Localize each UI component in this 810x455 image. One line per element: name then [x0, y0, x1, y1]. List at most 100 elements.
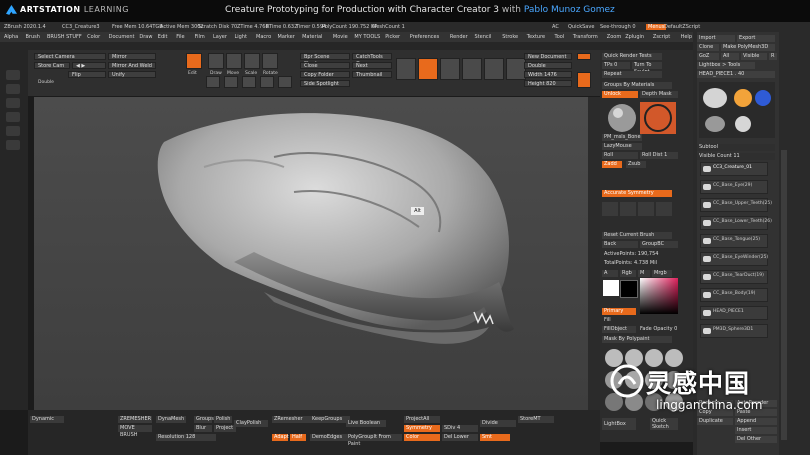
symmetry-button[interactable]: Symmetry — [404, 425, 440, 432]
lightbox-tools-button[interactable]: Lightbox > Tools — [697, 62, 755, 69]
edit-mode-button[interactable] — [186, 53, 202, 69]
all-button[interactable]: All — [721, 53, 739, 60]
brush-slot-4-icon[interactable] — [260, 76, 274, 88]
menu-item[interactable]: File — [176, 34, 184, 40]
draw-mode-button[interactable] — [208, 53, 224, 69]
brush-slot-5-icon[interactable] — [278, 76, 292, 88]
project-button[interactable]: Project — [214, 425, 236, 432]
subtool-header[interactable]: Subtool — [697, 144, 775, 151]
flip-button[interactable]: Flip — [68, 71, 106, 78]
polygroupit-button[interactable]: PolyGroupIt From Paint — [346, 434, 402, 447]
menu-item[interactable]: BRUSH STUFF — [47, 34, 82, 40]
material-sphere-icon[interactable] — [604, 102, 640, 134]
subtool-item[interactable]: CC_Base_Eye(29) — [700, 180, 768, 194]
projectall-button[interactable]: ProjectAll — [404, 416, 440, 423]
unlock-button[interactable]: Unlock — [602, 91, 638, 98]
menu-item[interactable]: Light — [235, 34, 247, 40]
transp-icon[interactable] — [506, 58, 526, 80]
del-lower-button[interactable]: Del Lower — [442, 434, 478, 441]
subtool-item[interactable]: CC_Base_Lower_Teeth(26) — [700, 216, 772, 230]
half-button[interactable]: Half — [290, 434, 306, 441]
store-cam-button[interactable]: Store Cam — [34, 62, 70, 69]
floor-icon[interactable] — [462, 58, 482, 80]
menu-item[interactable]: Zplugin — [625, 34, 644, 40]
brush-thumb-icon[interactable] — [6, 70, 20, 80]
side-spotlight-button[interactable]: Side Spotlight — [300, 80, 350, 87]
brush-preset-1-icon[interactable] — [602, 202, 618, 216]
mrgb-toggle[interactable]: Mrgb — [652, 270, 672, 277]
menu-item[interactable]: Zscript — [653, 34, 670, 40]
menu-item[interactable]: Preferences — [410, 34, 439, 40]
fill-object-button[interactable]: FillObject — [602, 326, 636, 333]
close-button[interactable]: Close — [300, 62, 350, 69]
groups-button[interactable]: Groups — [194, 416, 214, 423]
menu-item[interactable]: Help — [681, 34, 692, 40]
visible-count-slider[interactable]: Visible Count 11 — [697, 153, 775, 160]
menu-item[interactable]: Picker — [385, 34, 400, 40]
menu-item[interactable]: Render — [450, 34, 468, 40]
roll-dist-slider[interactable]: Roll Dist 1 — [640, 152, 678, 159]
primary-color-swatch[interactable] — [603, 280, 619, 296]
menu-item[interactable]: Document — [109, 34, 135, 40]
current-tool-slider[interactable]: HEAD_PIECE1 . 40 — [697, 71, 775, 78]
tool-icon[interactable] — [418, 58, 438, 80]
unify-button[interactable]: Unify — [108, 71, 156, 78]
tool-thumbnails[interactable] — [699, 82, 775, 138]
menu-item[interactable]: Zoom — [607, 34, 621, 40]
double-button[interactable]: Double — [524, 62, 572, 69]
menu-item[interactable]: Tool — [555, 34, 565, 40]
quicksave-button[interactable]: QuickSave — [568, 24, 594, 30]
brush-slot-3-icon[interactable] — [242, 76, 256, 88]
import-button[interactable]: Import — [697, 35, 735, 42]
camera-arrows[interactable]: ◀ ▶ — [72, 62, 106, 69]
a-toggle[interactable]: A — [602, 270, 618, 277]
subtool-item[interactable]: CC_Base_Upper_Teeth(25) — [700, 198, 772, 212]
material-thumb-icon[interactable] — [6, 126, 20, 136]
dynamic-button[interactable]: Dynamic — [30, 416, 64, 423]
tool-orange-button[interactable] — [577, 53, 591, 60]
polish-button[interactable]: Polish — [214, 416, 232, 423]
creature-head-model[interactable] — [34, 97, 600, 410]
subtool-item[interactable]: CC_Base_TearDuct(19) — [700, 270, 768, 284]
brush-preset-3-icon[interactable] — [638, 202, 654, 216]
groups-by-materials-button[interactable]: Groups By Materials — [602, 82, 672, 89]
menu-item[interactable]: MY TOOLS — [354, 34, 380, 40]
polyframe-icon[interactable] — [484, 58, 504, 80]
alpha-thumb-icon[interactable] — [6, 98, 20, 108]
menu-item[interactable]: Edit — [158, 34, 168, 40]
see-through-slider[interactable]: See-through 0 — [600, 24, 636, 30]
tps-slider[interactable]: TPs 0 — [602, 62, 630, 69]
color-picker[interactable] — [640, 278, 678, 314]
menu-item[interactable]: Material — [302, 34, 322, 40]
zremesher-shelf-button[interactable]: ZREMESHER — [118, 416, 152, 423]
default-zscript-button[interactable]: DefaultZScript — [664, 24, 700, 30]
adapt-button[interactable]: Adapt — [272, 434, 289, 441]
menu-item[interactable]: Movie — [333, 34, 348, 40]
menu-item[interactable]: Transform — [573, 34, 598, 40]
clay-polish-button[interactable]: ClayPolish — [234, 420, 268, 427]
quick-render-tests-button[interactable]: Quick Render Tests — [602, 53, 662, 60]
dynamesh-button[interactable]: DynaMesh — [156, 416, 186, 423]
texture-thumb-icon[interactable] — [6, 112, 20, 122]
zadd-button[interactable]: Zadd — [602, 161, 622, 168]
menu-item[interactable]: Stencil — [475, 34, 492, 40]
menu-item[interactable]: Film — [195, 34, 205, 40]
subtool-item[interactable]: PM3D_Sphere3D1 — [700, 324, 768, 338]
depth-mask-button[interactable]: Depth Mask — [640, 91, 678, 98]
export-button[interactable]: Export — [737, 35, 775, 42]
copy-folder-button[interactable]: Copy Folder — [300, 71, 350, 78]
zremesher-button[interactable]: ZRemesher — [272, 416, 310, 423]
divide-button[interactable]: Divide — [480, 420, 516, 427]
clone-button[interactable]: Clone — [697, 44, 719, 51]
menu-item[interactable]: Draw — [139, 34, 152, 40]
reset-current-brush-button[interactable]: Reset Current Brush — [602, 232, 672, 239]
thumbnail-button[interactable]: Thumbnail — [352, 71, 392, 78]
color-button[interactable]: Color — [404, 434, 440, 441]
height-slider[interactable]: Height 820 — [524, 80, 572, 87]
r-button[interactable]: R — [769, 53, 777, 60]
mask-by-polypaint-button[interactable]: Mask By Polypaint — [602, 336, 672, 343]
brush-preset-2-icon[interactable] — [620, 202, 636, 216]
subtool-item[interactable]: HEAD_PIECE1 — [700, 306, 768, 320]
mirror-button[interactable]: Mirror — [108, 53, 156, 60]
menu-item[interactable]: Marker — [278, 34, 295, 40]
